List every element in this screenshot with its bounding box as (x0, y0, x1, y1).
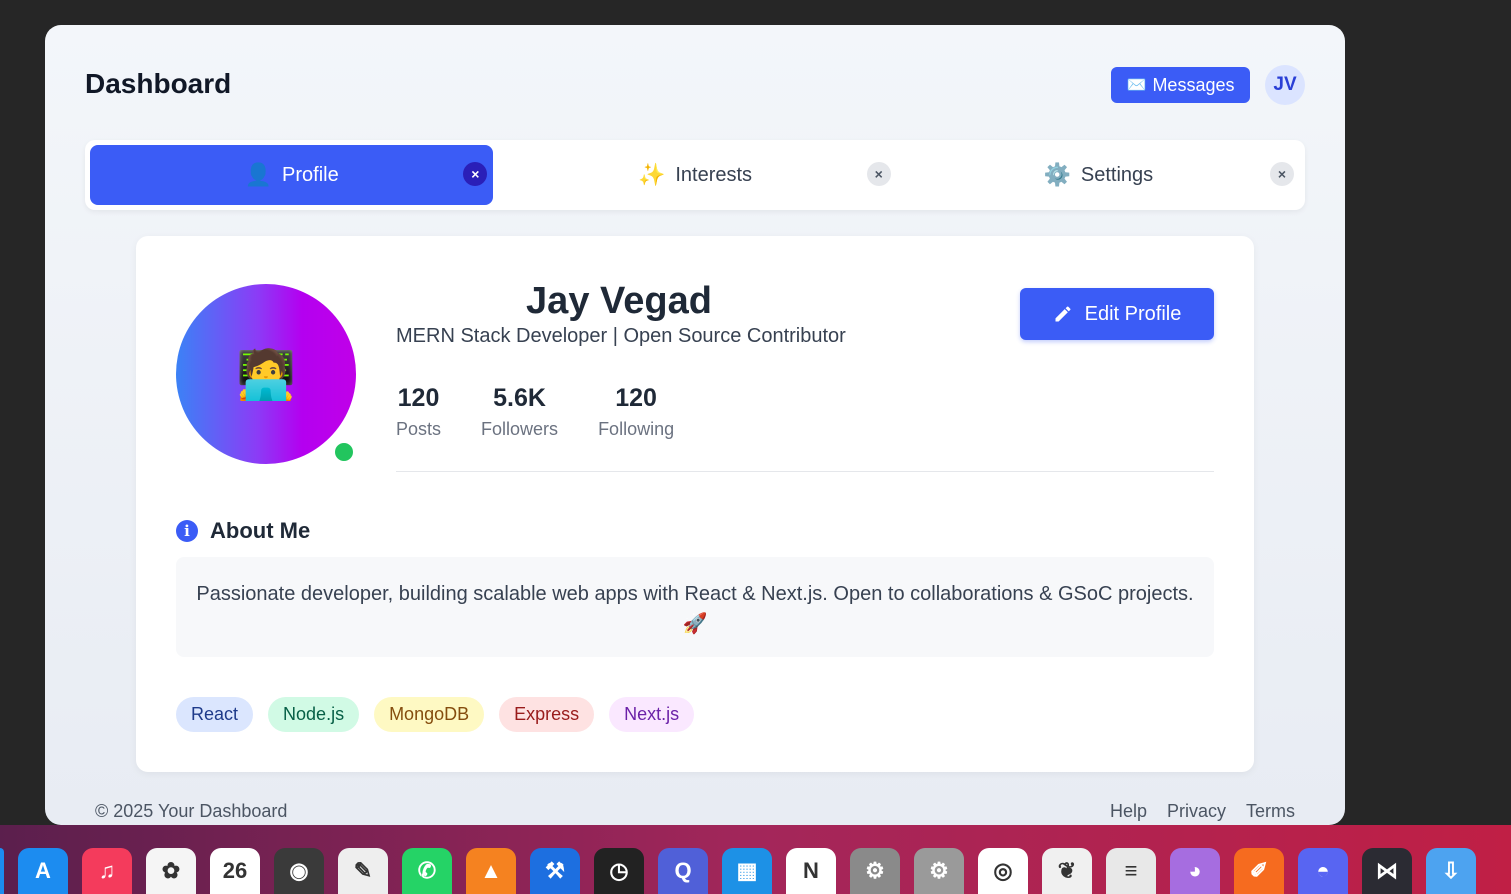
tag-nextjs[interactable]: Next.js (609, 697, 695, 732)
clock-icon[interactable]: ◷ (594, 848, 644, 894)
dock-edge (0, 848, 4, 894)
skill-tags: React Node.js MongoDB Express Next.js (176, 697, 695, 732)
settings-alt-icon[interactable]: ⚙ (914, 848, 964, 894)
vscode-icon[interactable]: ⋈ (1362, 848, 1412, 894)
dashboard-window: Dashboard ✉️ Messages JV 👤 Profile × ✨ I… (45, 25, 1345, 825)
tag-nodejs[interactable]: Node.js (268, 697, 360, 732)
footer-link-privacy[interactable]: Privacy (1167, 801, 1226, 822)
xcode-icon[interactable]: ⚒ (530, 848, 580, 894)
whatsapp-icon[interactable]: ✆ (402, 848, 452, 894)
divider (396, 471, 1214, 472)
docker-icon[interactable]: ▦ (722, 848, 772, 894)
close-icon[interactable]: × (1269, 162, 1294, 186)
page-title: Dashboard (85, 68, 232, 99)
profile-role: MERN Stack Developer | Open Source Contr… (396, 325, 846, 347)
app-store-icon[interactable]: A (18, 848, 68, 894)
profile-stats: 120 Posts 5.6K Followers 120 Following (396, 384, 674, 440)
stat-value: 5.6K (493, 384, 546, 412)
messages-label: Messages (1152, 74, 1235, 95)
about-heading-label: About Me (210, 518, 311, 543)
tab-label: Interests (675, 163, 753, 186)
system-settings-icon[interactable]: ⚙ (850, 848, 900, 894)
tab-label: Profile (282, 163, 339, 186)
footer-link-terms[interactable]: Terms (1246, 801, 1295, 822)
tab-profile[interactable]: 👤 Profile × (90, 145, 494, 205)
developer-emoji-icon: 🧑‍💻 (236, 348, 296, 402)
stat-value: 120 (615, 384, 657, 412)
tab-settings[interactable]: ⚙️ Settings × (897, 145, 1300, 205)
online-status-indicator (332, 440, 356, 464)
close-icon[interactable]: × (866, 162, 891, 186)
discord-icon[interactable]: ◓ (1298, 848, 1348, 894)
pen-app-icon[interactable]: ✐ (1234, 848, 1284, 894)
chrome-icon[interactable]: ◎ (978, 848, 1028, 894)
mongodb-compass-icon[interactable]: ❦ (1042, 848, 1092, 894)
tag-react[interactable]: React (176, 697, 254, 732)
user-avatar[interactable]: JV (1265, 65, 1305, 105)
header: Dashboard ✉️ Messages JV (85, 65, 1305, 107)
music-icon[interactable]: ♫ (82, 848, 132, 894)
stat-label: Following (598, 419, 675, 439)
stat-posts[interactable]: 120 Posts (396, 384, 441, 440)
profile-name: Jay Vegad (526, 280, 712, 322)
info-icon: i (176, 520, 198, 542)
footer-copyright: © 2025 Your Dashboard (95, 801, 288, 821)
quicktime-icon[interactable]: Q (658, 848, 708, 894)
sparkles-icon: ✨ (637, 162, 666, 187)
photos-icon[interactable]: ✿ (146, 848, 196, 894)
messages-button[interactable]: ✉️ Messages (1111, 67, 1250, 103)
close-icon[interactable]: × (463, 162, 488, 186)
tag-mongodb[interactable]: MongoDB (374, 697, 485, 732)
stat-value: 120 (397, 384, 440, 412)
about-heading: i About Me (176, 518, 310, 544)
edit-profile-button[interactable]: Edit Profile (1020, 288, 1214, 340)
calendar-icon[interactable]: 26 (210, 848, 260, 894)
about-text: Passionate developer, building scalable … (176, 557, 1214, 657)
textedit-icon[interactable]: ✎ (338, 848, 388, 894)
github-desktop-icon[interactable]: ◕ (1170, 848, 1220, 894)
tab-label: Settings (1080, 163, 1154, 186)
tab-bar: 👤 Profile × ✨ Interests × ⚙️ Settings × (85, 140, 1305, 210)
footer-link-help[interactable]: Help (1110, 801, 1147, 822)
database-icon[interactable]: ≡ (1106, 848, 1156, 894)
vlc-icon[interactable]: ▲ (466, 848, 516, 894)
footer-links: Help Privacy Terms (1110, 801, 1295, 822)
envelope-icon: ✉️ (1126, 77, 1147, 94)
stat-label: Posts (396, 419, 442, 439)
obs-icon[interactable]: ◉ (274, 848, 324, 894)
gear-icon: ⚙️ (1043, 162, 1071, 187)
profile-card: 🧑‍💻 Jay Vegad MERN Stack Developer | Ope… (136, 236, 1254, 772)
person-icon: 👤 (244, 162, 273, 187)
stat-following[interactable]: 120 Following (598, 384, 674, 440)
stat-followers[interactable]: 5.6K Followers (481, 384, 558, 440)
tab-interests[interactable]: ✨ Interests × (493, 145, 896, 205)
downloads-folder-icon[interactable]: ⇩ (1426, 848, 1476, 894)
edit-profile-label: Edit Profile (1084, 302, 1182, 325)
macos-dock: A ♫ ✿ 26 ◉ ✎ ✆ ▲ ⚒ ◷ Q ▦ N ⚙ ⚙ ◎ ❦ ≡ ◕ ✐ ◓ ⋈ ⇩ (0, 825, 1511, 894)
pencil-icon (1055, 306, 1071, 322)
notion-icon[interactable]: N (786, 848, 836, 894)
profile-avatar: 🧑‍💻 (176, 284, 356, 464)
tag-express[interactable]: Express (499, 697, 595, 732)
stat-label: Followers (481, 419, 559, 439)
